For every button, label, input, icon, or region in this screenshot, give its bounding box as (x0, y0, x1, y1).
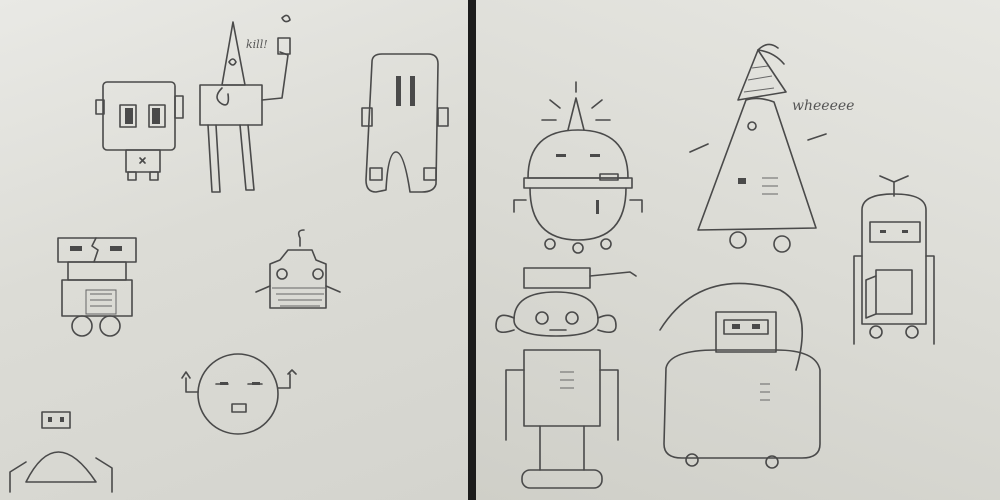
page-gutter (468, 0, 476, 500)
block-legs-robot (361, 53, 449, 193)
dome-robot (9, 411, 113, 493)
kill-annotation: kill! (246, 38, 268, 51)
propeller-robot (853, 175, 935, 345)
pot-head-robot (495, 267, 637, 489)
unicorn-robot (513, 81, 643, 254)
left-notebook-page: kill! (0, 0, 468, 500)
wheee-annotation: wheeeee (792, 98, 854, 114)
tape-robot (659, 282, 821, 469)
party-hat-robot (689, 43, 827, 253)
jar-robot (255, 229, 341, 309)
wheeled-split-head-robot (57, 237, 137, 337)
left-page-drawings: kill! (9, 14, 449, 493)
cone-head-robot (199, 14, 291, 193)
right-notebook-page: wheeeee (476, 0, 1000, 500)
round-face-robot (181, 353, 297, 435)
right-page-drawings: wheeeee (495, 43, 935, 489)
square-head-robot (95, 81, 184, 181)
